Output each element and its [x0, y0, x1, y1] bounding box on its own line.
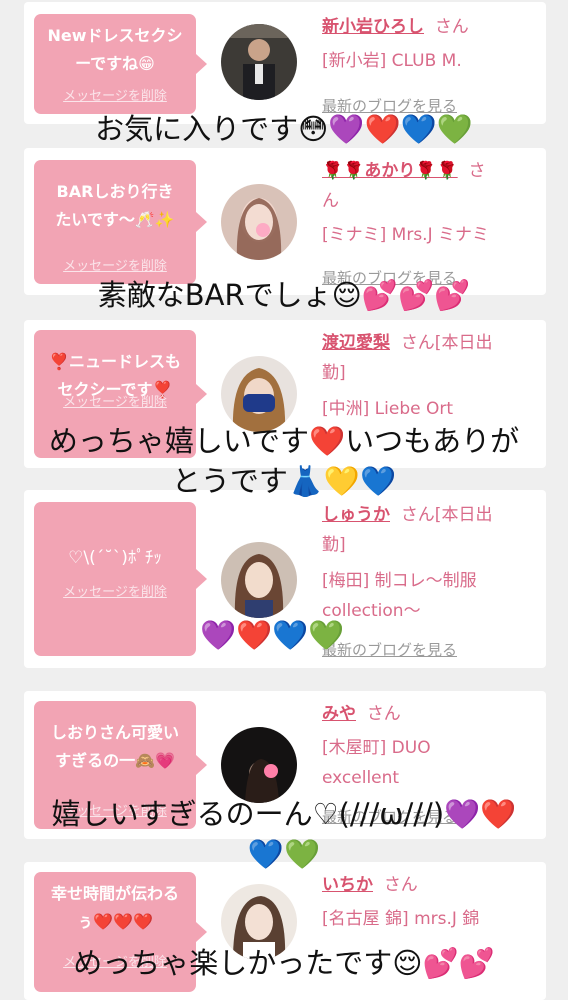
- message-line: ーですね😁: [75, 54, 155, 73]
- shop-label: [新小岩] CLUB M.: [322, 51, 462, 71]
- overlay-caption: お気に入りです😳💜❤️💙💚: [95, 112, 473, 146]
- shop-label: excellent: [322, 768, 400, 788]
- message-line: 幸せ時間が伝わる: [50, 884, 179, 903]
- honorific: さん: [383, 875, 418, 895]
- girl-name-link[interactable]: 渡辺愛梨: [322, 333, 390, 353]
- overlay-caption: 💙💚: [247, 837, 321, 871]
- girl-name-link[interactable]: 🌹🌹あかり🌹🌹: [322, 161, 458, 181]
- message-bubble: BARしおり行き たいです〜🥂✨ メッセージを削除: [34, 160, 207, 284]
- honorific-continued: 勤]: [322, 535, 346, 555]
- message-line: しおりさん可愛い: [50, 723, 179, 742]
- delete-message-link[interactable]: メッセージを削除: [34, 85, 196, 104]
- honorific: さん[本日出: [400, 333, 493, 353]
- girl-name-link[interactable]: しゅうか: [322, 505, 390, 525]
- overlay-caption: 素敵なBARでしょ😌💕💕💕: [97, 278, 471, 312]
- honorific: さん: [434, 17, 469, 37]
- girl-info: 渡辺愛梨 さん[本日出 勤] [中洲] Liebe Ort: [322, 328, 534, 424]
- overlay-caption: めっちゃ楽しかったです😌💕💕: [73, 946, 495, 980]
- avatar[interactable]: [221, 542, 297, 618]
- message-line: ぅ❤️❤️❤️: [77, 912, 153, 931]
- girl-info: いちか さん [名古屋 錦] mrs.J 錦: [322, 870, 534, 934]
- avatar[interactable]: [221, 356, 297, 432]
- honorific-continued: ん: [322, 191, 339, 211]
- girl-name-link[interactable]: 新小岩ひろし: [322, 17, 424, 37]
- shop-label: [名古屋 錦] mrs.J 錦: [322, 909, 480, 929]
- favorite-card-2: BARしおり行き たいです〜🥂✨ メッセージを削除 🌹🌹あかり🌹🌹 さ ん [ミ…: [24, 148, 546, 295]
- girl-info: 🌹🌹あかり🌹🌹 さ ん [ミナミ] Mrs.J ミナミ 最新のブログを見る: [322, 156, 534, 290]
- message-line: すぎるの一🙈💗: [55, 751, 175, 770]
- message-line: ❣️ニュードレスも: [49, 352, 181, 371]
- honorific-continued: 勤]: [322, 363, 346, 383]
- honorific: さん[本日出: [400, 505, 493, 525]
- message-line: たいです〜🥂✨: [55, 210, 175, 229]
- honorific: さん: [366, 704, 401, 724]
- favorite-card-1: Newドレスセクシ ーですね😁 メッセージを削除 新小岩ひろし さん [新小岩]…: [24, 2, 546, 124]
- delete-message-link[interactable]: メッセージを削除: [34, 391, 196, 410]
- delete-message-link[interactable]: メッセージを削除: [34, 255, 196, 274]
- overlay-caption: めっちゃ嬉しいです❤️いつもありが: [48, 424, 520, 458]
- message-bubble: Newドレスセクシ ーですね😁 メッセージを削除: [34, 14, 207, 114]
- overlay-caption: 嬉しいすぎるのーん♡(///ω///)💜❤️: [51, 797, 517, 831]
- girl-info: 新小岩ひろし さん [新小岩] CLUB M. 最新のブログを見る: [322, 12, 534, 118]
- delete-message-link[interactable]: メッセージを削除: [34, 581, 196, 600]
- shop-label: [梅田] 制コレ〜制服: [322, 571, 477, 591]
- avatar[interactable]: [221, 727, 297, 803]
- message-line: ♡\(ˊ˘ˋ)ﾎﾟﾁｯ: [68, 548, 162, 568]
- overlay-caption: とうです👗💛💙: [171, 464, 397, 498]
- message-bubble: ♡\(ˊ˘ˋ)ﾎﾟﾁｯ メッセージを削除: [34, 502, 207, 656]
- honorific: さ: [468, 161, 486, 181]
- girl-name-link[interactable]: みや: [322, 704, 356, 724]
- girl-name-link[interactable]: いちか: [322, 875, 373, 895]
- message-line: BARしおり行き: [56, 182, 174, 201]
- shop-label: [木屋町] DUO: [322, 738, 431, 758]
- shop-label: [ミナミ] Mrs.J ミナミ: [322, 225, 490, 245]
- message-line: Newドレスセクシ: [47, 26, 183, 45]
- overlay-caption: 💜❤️💙💚: [200, 618, 345, 652]
- shop-label: [中洲] Liebe Ort: [322, 399, 454, 419]
- avatar[interactable]: [221, 24, 297, 100]
- avatar[interactable]: [221, 184, 297, 260]
